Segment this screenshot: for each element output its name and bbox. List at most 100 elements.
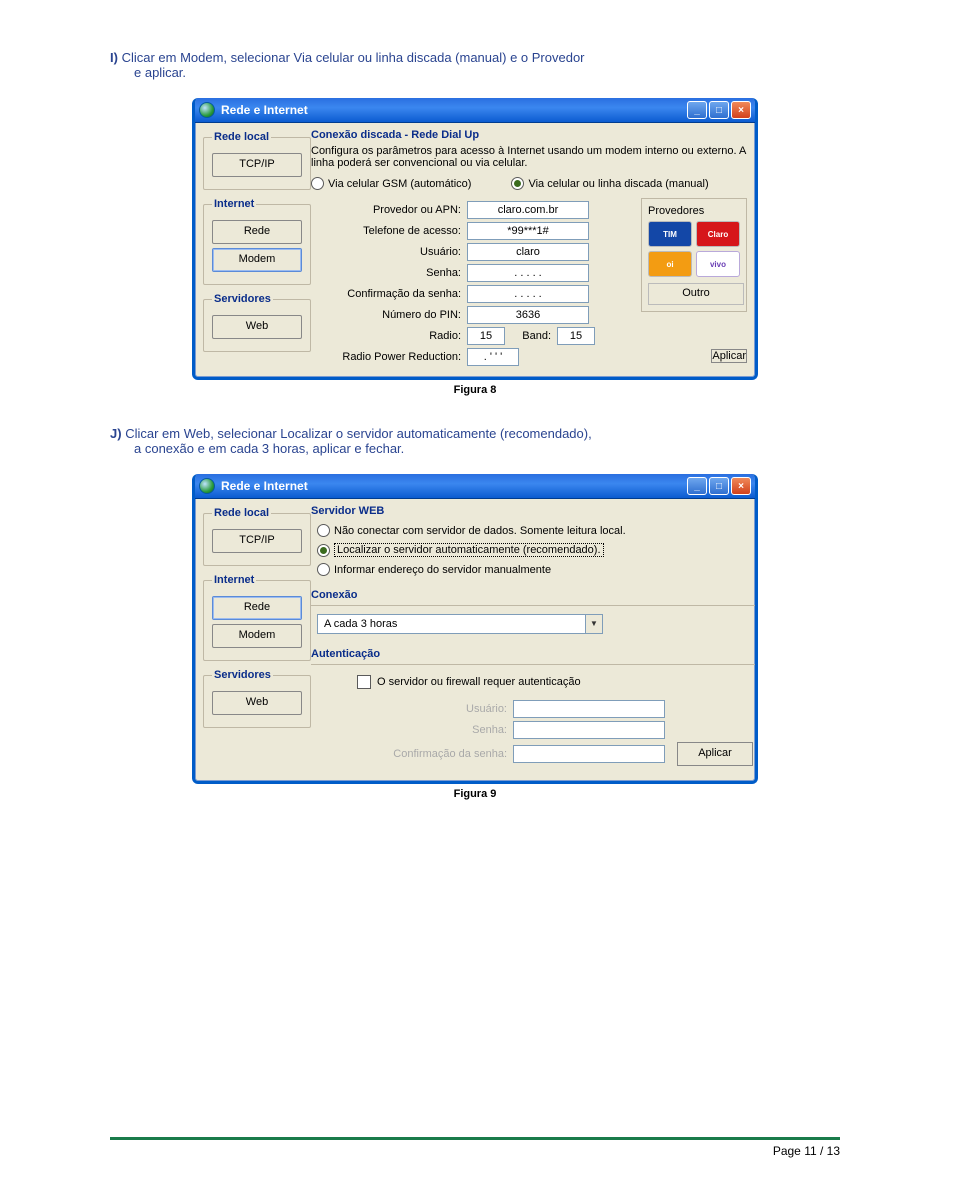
rede-button[interactable]: Rede <box>212 596 302 620</box>
minimize-button[interactable]: _ <box>687 101 707 119</box>
radio-icon <box>317 563 330 576</box>
step-j: J) Clicar em Web, selecionar Localizar o… <box>110 426 840 456</box>
rede-button[interactable]: Rede <box>212 220 302 244</box>
group-label: Rede local <box>212 131 271 143</box>
minimize-button[interactable]: _ <box>687 477 707 495</box>
rpr-input[interactable]: . ' ' ' <box>467 348 519 366</box>
close-button[interactable]: × <box>731 101 751 119</box>
group-servidores: Servidores Web <box>203 293 311 352</box>
usuario-input[interactable]: claro <box>467 243 589 261</box>
provider-vivo-button[interactable]: vivo <box>696 251 740 277</box>
step-text: e aplicar. <box>134 65 840 80</box>
provedor-input[interactable]: claro.com.br <box>467 201 589 219</box>
step-text: Clicar em Web, selecionar Localizar o se… <box>125 426 592 441</box>
pin-input[interactable]: 3636 <box>467 306 589 324</box>
senha-input[interactable]: . . . . . <box>467 264 589 282</box>
titlebar[interactable]: Rede e Internet _ □ × <box>195 98 755 123</box>
globe-icon <box>199 478 215 494</box>
tcpip-button[interactable]: TCP/IP <box>212 529 302 553</box>
auth-pass-input[interactable] <box>513 721 665 739</box>
radio-label: Não conectar com servidor de dados. Some… <box>334 525 626 537</box>
tcpip-button[interactable]: TCP/IP <box>212 153 302 177</box>
figure-caption: Figura 9 <box>110 788 840 800</box>
field-label: Band: <box>511 330 551 342</box>
panel-title: Servidor WEB <box>311 505 758 517</box>
radio-icon <box>511 177 524 190</box>
provedores-label: Provedores <box>648 205 740 217</box>
provider-tim-button[interactable]: TIM <box>648 221 692 247</box>
select-value: A cada 3 horas <box>324 618 397 630</box>
group-rede-local: Rede local TCP/IP <box>203 507 311 566</box>
figure-caption: Figura 8 <box>110 384 840 396</box>
web-button[interactable]: Web <box>212 691 302 715</box>
checkbox-label: O servidor ou firewall requer autenticaç… <box>377 676 581 688</box>
provider-oi-button[interactable]: oi <box>648 251 692 277</box>
panel-title: Conexão discada - Rede Dial Up <box>311 129 747 141</box>
page-footer: Page 11 / 13 <box>110 1137 840 1158</box>
field-label: Confirmação da senha: <box>311 288 461 300</box>
radio-label: Informar endereço do servidor manualment… <box>334 564 551 576</box>
step-i: I) Clicar em Modem, selecionar Via celul… <box>110 50 840 80</box>
field-label: Radio Power Reduction: <box>311 351 461 363</box>
radio-localizar-auto[interactable]: Localizar o servidor automaticamente (re… <box>317 543 604 557</box>
group-label: Rede local <box>212 507 271 519</box>
auth-confirm-input[interactable] <box>513 745 665 763</box>
radio-label: Via celular GSM (automático) <box>328 178 471 190</box>
step-letter: J) <box>110 426 122 441</box>
radio-icon <box>317 524 330 537</box>
field-label: Número do PIN: <box>311 309 461 321</box>
group-internet: Internet Rede Modem <box>203 198 311 285</box>
conexao-select[interactable]: A cada 3 horas ▼ <box>317 614 603 634</box>
auth-title: Autenticação <box>311 648 758 660</box>
group-label: Internet <box>212 574 256 586</box>
group-label: Internet <box>212 198 256 210</box>
group-internet: Internet Rede Modem <box>203 574 311 661</box>
field-label: Usuário: <box>311 246 461 258</box>
titlebar[interactable]: Rede e Internet _ □ × <box>195 474 755 499</box>
conexao-title: Conexão <box>311 589 758 601</box>
step-text: Clicar em Modem, selecionar Via celular … <box>122 50 585 65</box>
step-text: a conexão e em cada 3 horas, aplicar e f… <box>134 441 840 456</box>
provedores-box: Provedores TIM Claro oi vivo Outro <box>641 198 747 312</box>
chevron-down-icon: ▼ <box>585 615 602 633</box>
radio-via-celular-manual[interactable]: Via celular ou linha discada (manual) <box>511 177 708 190</box>
group-servidores: Servidores Web <box>203 669 311 728</box>
radio-input[interactable]: 15 <box>467 327 505 345</box>
checkbox-icon <box>357 675 371 689</box>
modem-button[interactable]: Modem <box>212 248 302 272</box>
close-button[interactable]: × <box>731 477 751 495</box>
radio-via-celular-auto[interactable]: Via celular GSM (automático) <box>311 177 471 190</box>
field-label: Telefone de acesso: <box>311 225 461 237</box>
step-letter: I) <box>110 50 118 65</box>
radio-informar-manual[interactable]: Informar endereço do servidor manualment… <box>317 563 551 576</box>
window-rede-internet-web: Rede e Internet _ □ × Rede local TCP/IP … <box>192 474 758 784</box>
auth-user-input[interactable] <box>513 700 665 718</box>
field-label: Radio: <box>311 330 461 342</box>
group-label: Servidores <box>212 293 273 305</box>
window-title: Rede e Internet <box>221 479 308 493</box>
aplicar-button[interactable]: Aplicar <box>711 349 747 363</box>
window-rede-internet-modem: Rede e Internet _ □ × Rede local TCP/IP … <box>192 98 758 380</box>
confirma-input[interactable]: . . . . . <box>467 285 589 303</box>
field-label: Usuário: <box>317 703 507 715</box>
globe-icon <box>199 102 215 118</box>
web-button[interactable]: Web <box>212 315 302 339</box>
telefone-input[interactable]: *99***1# <box>467 222 589 240</box>
radio-label: Localizar o servidor automaticamente (re… <box>334 543 604 557</box>
field-label: Senha: <box>317 724 507 736</box>
provider-outro-button[interactable]: Outro <box>648 283 744 305</box>
field-label: Senha: <box>311 267 461 279</box>
aplicar-button[interactable]: Aplicar <box>677 742 753 766</box>
maximize-button[interactable]: □ <box>709 101 729 119</box>
modem-button[interactable]: Modem <box>212 624 302 648</box>
radio-icon <box>311 177 324 190</box>
band-input[interactable]: 15 <box>557 327 595 345</box>
maximize-button[interactable]: □ <box>709 477 729 495</box>
radio-icon <box>317 544 330 557</box>
group-label: Servidores <box>212 669 273 681</box>
provider-claro-button[interactable]: Claro <box>696 221 740 247</box>
panel-desc: Configura os parâmetros para acesso à In… <box>311 145 747 169</box>
auth-required-checkbox[interactable]: O servidor ou firewall requer autenticaç… <box>357 675 581 689</box>
radio-nao-conectar[interactable]: Não conectar com servidor de dados. Some… <box>317 524 626 537</box>
field-label: Confirmação da senha: <box>317 748 507 760</box>
